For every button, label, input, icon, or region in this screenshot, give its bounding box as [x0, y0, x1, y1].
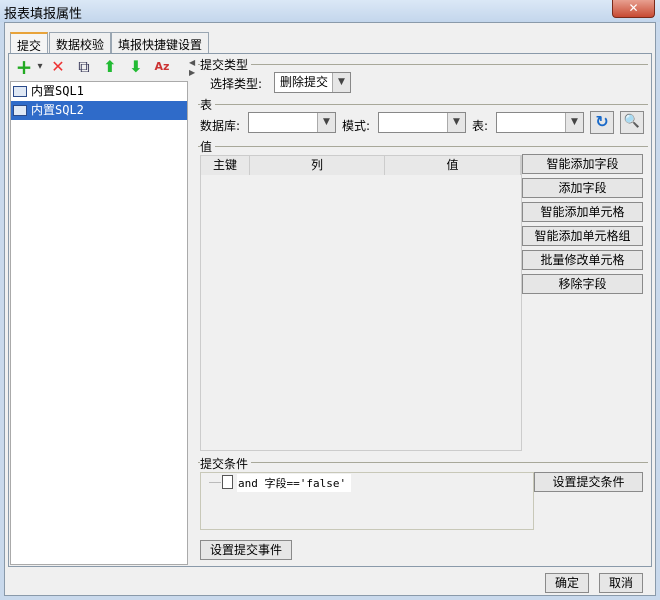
smart-add-cell-button[interactable]: 智能添加单元格 [522, 202, 643, 222]
refresh-button[interactable]: ↻ [590, 111, 614, 134]
column-header-column[interactable]: 列 [250, 156, 385, 175]
submit-type-label: 选择类型: [210, 77, 263, 91]
database-icon [13, 105, 27, 116]
section-condition: 提交条件 [200, 455, 252, 472]
schema-select[interactable]: ▼ [378, 112, 466, 133]
database-select[interactable]: ▼ [248, 112, 336, 133]
list-item[interactable]: 内置SQL1 [11, 82, 187, 101]
title-bar: 报表填报属性 ✕ [0, 0, 660, 22]
chevron-down-icon: ▼ [332, 73, 350, 92]
submit-type-select[interactable]: 删除提交 ▼ [274, 72, 351, 93]
cancel-button[interactable]: 取消 [599, 573, 643, 593]
column-header-value[interactable]: 值 [385, 156, 521, 175]
sql-list: 内置SQL1 内置SQL2 [10, 81, 188, 565]
arrow-down-icon[interactable]: ⬇ [126, 57, 146, 77]
list-item-label: 内置SQL1 [31, 84, 84, 98]
arrow-up-icon[interactable]: ⬆ [100, 57, 120, 77]
remove-field-button[interactable]: 移除字段 [522, 274, 643, 294]
chevron-down-icon[interactable]: ▾ [30, 57, 50, 77]
section-table: 表 [200, 96, 216, 113]
tab-submit[interactable]: 提交 [10, 32, 49, 55]
values-table [200, 155, 522, 451]
copy-icon[interactable]: ⧉ [74, 57, 94, 77]
batch-modify-cells-button[interactable]: 批量修改单元格 [522, 250, 643, 270]
splitter-handle[interactable]: ◀ ▶ [189, 58, 195, 78]
database-label: 数据库: [200, 119, 241, 133]
tab-shortcut-settings[interactable]: 填报快捷键设置 [111, 32, 210, 54]
table-label: 表: [472, 119, 489, 133]
smart-add-cell-group-button[interactable]: 智能添加单元格组 [522, 226, 643, 246]
table-select[interactable]: ▼ [496, 112, 584, 133]
close-button[interactable]: ✕ [612, 0, 655, 18]
column-header-primary-key[interactable]: 主键 [201, 156, 250, 175]
condition-item[interactable]: and 字段=='false' [237, 474, 352, 492]
database-icon [13, 86, 27, 97]
window-title: 报表填报属性 [4, 7, 83, 22]
sort-icon[interactable]: Az [152, 57, 172, 77]
submit-type-value: 删除提交 [280, 75, 329, 89]
tab-data-validation[interactable]: 数据校验 [49, 32, 112, 54]
chevron-down-icon: ▼ [565, 113, 583, 132]
list-item[interactable]: 内置SQL2 [11, 101, 187, 120]
delete-icon[interactable]: ✕ [48, 57, 68, 77]
preview-button[interactable]: 🔍 [620, 111, 644, 134]
refresh-icon: ↻ [595, 112, 609, 131]
section-values: 值 [200, 138, 216, 155]
search-document-icon: 🔍 [623, 114, 641, 129]
smart-add-field-button[interactable]: 智能添加字段 [522, 154, 643, 174]
ok-button[interactable]: 确定 [545, 573, 589, 593]
schema-label: 模式: [342, 119, 371, 133]
chevron-down-icon: ▼ [317, 113, 335, 132]
list-item-label: 内置SQL2 [31, 103, 84, 117]
chevron-down-icon: ▼ [447, 113, 465, 132]
condition-tree: and 字段=='false' [200, 472, 534, 530]
document-icon [222, 475, 233, 489]
set-submit-event-button[interactable]: 设置提交事件 [200, 540, 292, 560]
section-submit-type: 提交类型 [200, 56, 252, 73]
set-condition-button[interactable]: 设置提交条件 [534, 472, 643, 492]
add-field-button[interactable]: 添加字段 [522, 178, 643, 198]
